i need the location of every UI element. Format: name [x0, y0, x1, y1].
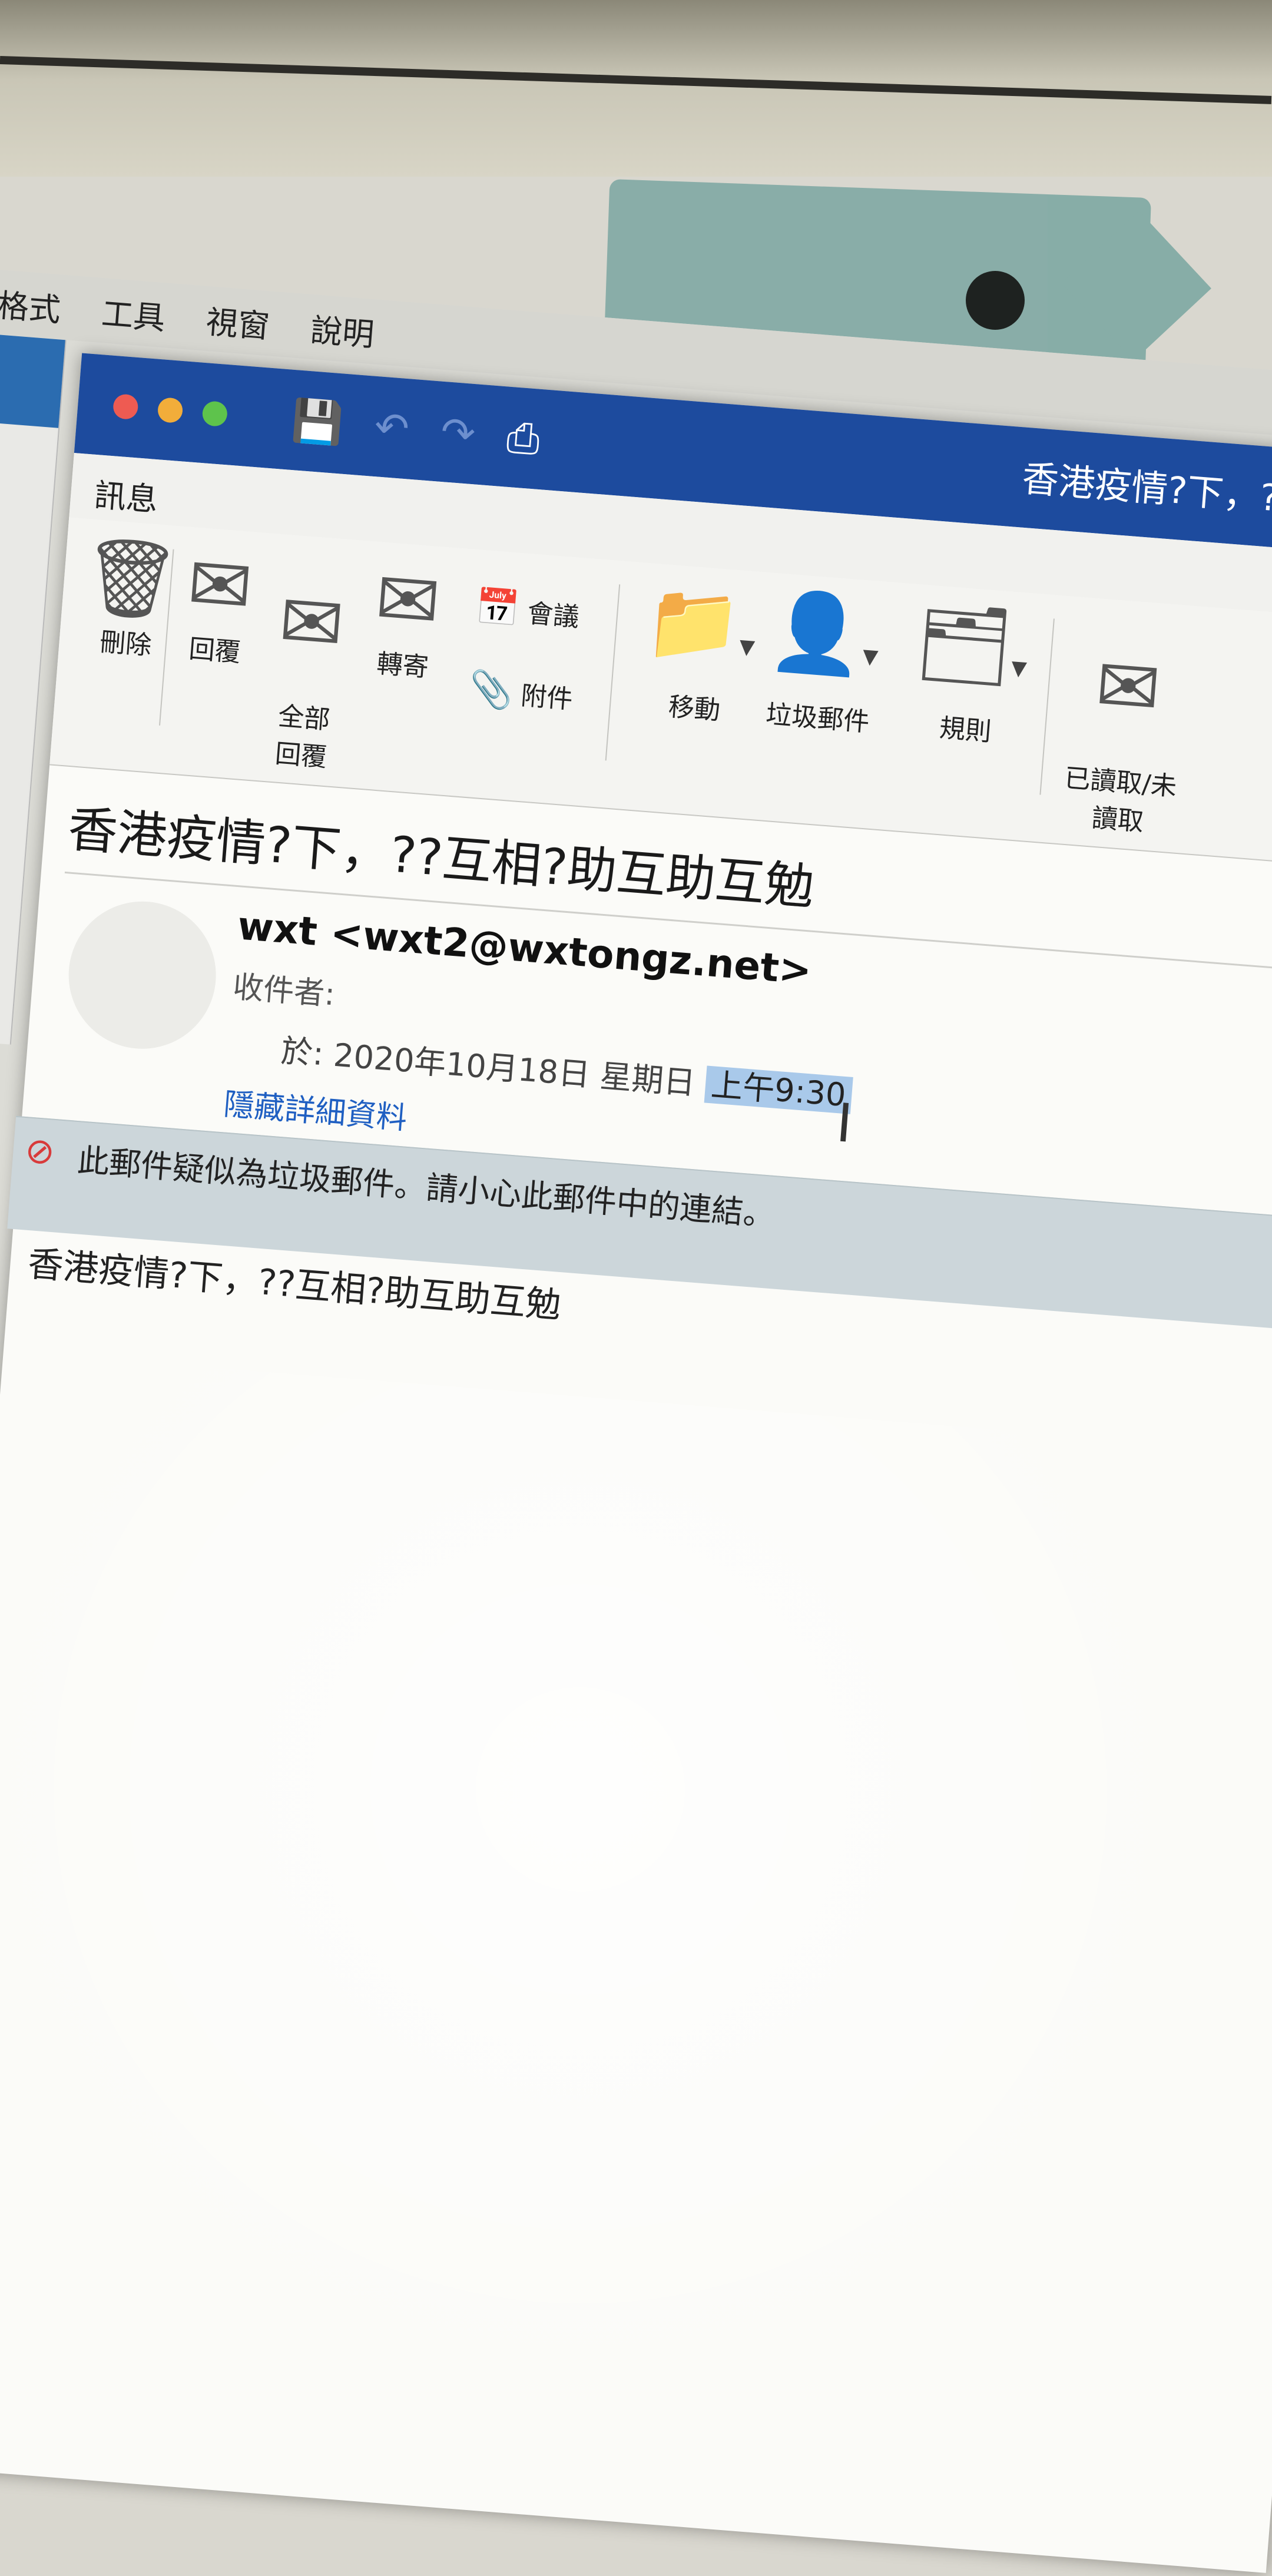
close-button[interactable]	[112, 393, 139, 420]
to-label: 收件者:	[231, 969, 336, 1013]
trash-icon: 🗑	[78, 529, 183, 627]
reply-all-icon: ✉	[276, 575, 347, 670]
redo-icon[interactable]: ↷	[439, 407, 477, 458]
move-button[interactable]: 📁▼ 移動	[638, 574, 760, 729]
monitor-bezel	[0, 0, 1272, 177]
open-envelope-icon: ✉	[1092, 640, 1164, 734]
hide-details-link[interactable]: 隱藏詳細資料	[222, 1079, 409, 1137]
background-window-titlebar	[0, 332, 65, 428]
paperclip-icon: 📎	[467, 667, 515, 713]
ribbon-divider	[1039, 618, 1055, 795]
menu-window[interactable]: 視窗	[204, 296, 271, 347]
save-icon[interactable]: 💾	[290, 395, 344, 448]
message-window: 💾 ↶ ↷ ⎙ 香港疫情?下，??互相?助互 訊息 🗑 刪除 ✉ 回覆 ✉ 全部…	[0, 353, 1272, 2573]
reply-icon: ✉	[184, 538, 256, 633]
time-text: 上午9:30	[704, 1065, 853, 1114]
read-unread-button[interactable]: ✉ 已讀取/未 讀取	[1058, 609, 1190, 871]
screen: 格式 工具 視窗 說明 💾 ↶ ↷ ⎙ 香港疫情?下，??互相?助互 訊息 🗑 …	[0, 268, 1272, 2573]
avatar	[63, 896, 222, 1055]
junk-person-icon: 👤▼	[766, 584, 879, 681]
screen-glare	[0, 1351, 1272, 2573]
attachment-button[interactable]: 📎 附件	[468, 667, 575, 717]
junk-warning-bar: ⊘ 此郵件疑似為垃圾郵件。請小心此郵件中的連結。	[7, 1115, 1272, 1336]
menu-help[interactable]: 說明	[309, 303, 376, 355]
reply-all-button[interactable]: ✉ 全部 回覆	[266, 547, 349, 804]
window-title: 香港疫情?下，??互相?助互	[1020, 456, 1272, 535]
calendar-icon: 📅	[473, 585, 521, 631]
delete-button[interactable]: 🗑 刪除	[76, 529, 183, 664]
folder-move-icon: 📁▼	[642, 574, 756, 671]
forward-icon: ✉	[372, 553, 443, 648]
ribbon-divider	[605, 584, 621, 761]
forward-button[interactable]: ✉ 轉寄	[369, 553, 443, 684]
zoom-button[interactable]	[201, 400, 228, 428]
menu-format[interactable]: 格式	[0, 279, 62, 330]
undo-icon[interactable]: ↶	[373, 402, 411, 453]
reply-button[interactable]: ✉ 回覆	[181, 538, 256, 670]
junk-warning-text: 此郵件疑似為垃圾郵件。請小心此郵件中的連結。	[76, 1141, 777, 1234]
junk-warning-icon: ⊘	[23, 1130, 57, 1173]
menu-tools[interactable]: 工具	[100, 287, 167, 339]
junk-button[interactable]: 👤▼ 垃圾郵件	[761, 584, 883, 739]
webcam-lens	[966, 271, 1025, 330]
rules-button[interactable]: 🗂▼ 規則	[908, 595, 1032, 750]
rules-icon: 🗂▼	[912, 595, 1028, 693]
print-icon[interactable]: ⎙	[505, 412, 542, 463]
minimize-button[interactable]	[157, 396, 184, 424]
meeting-button[interactable]: 📅 會議	[474, 585, 581, 635]
